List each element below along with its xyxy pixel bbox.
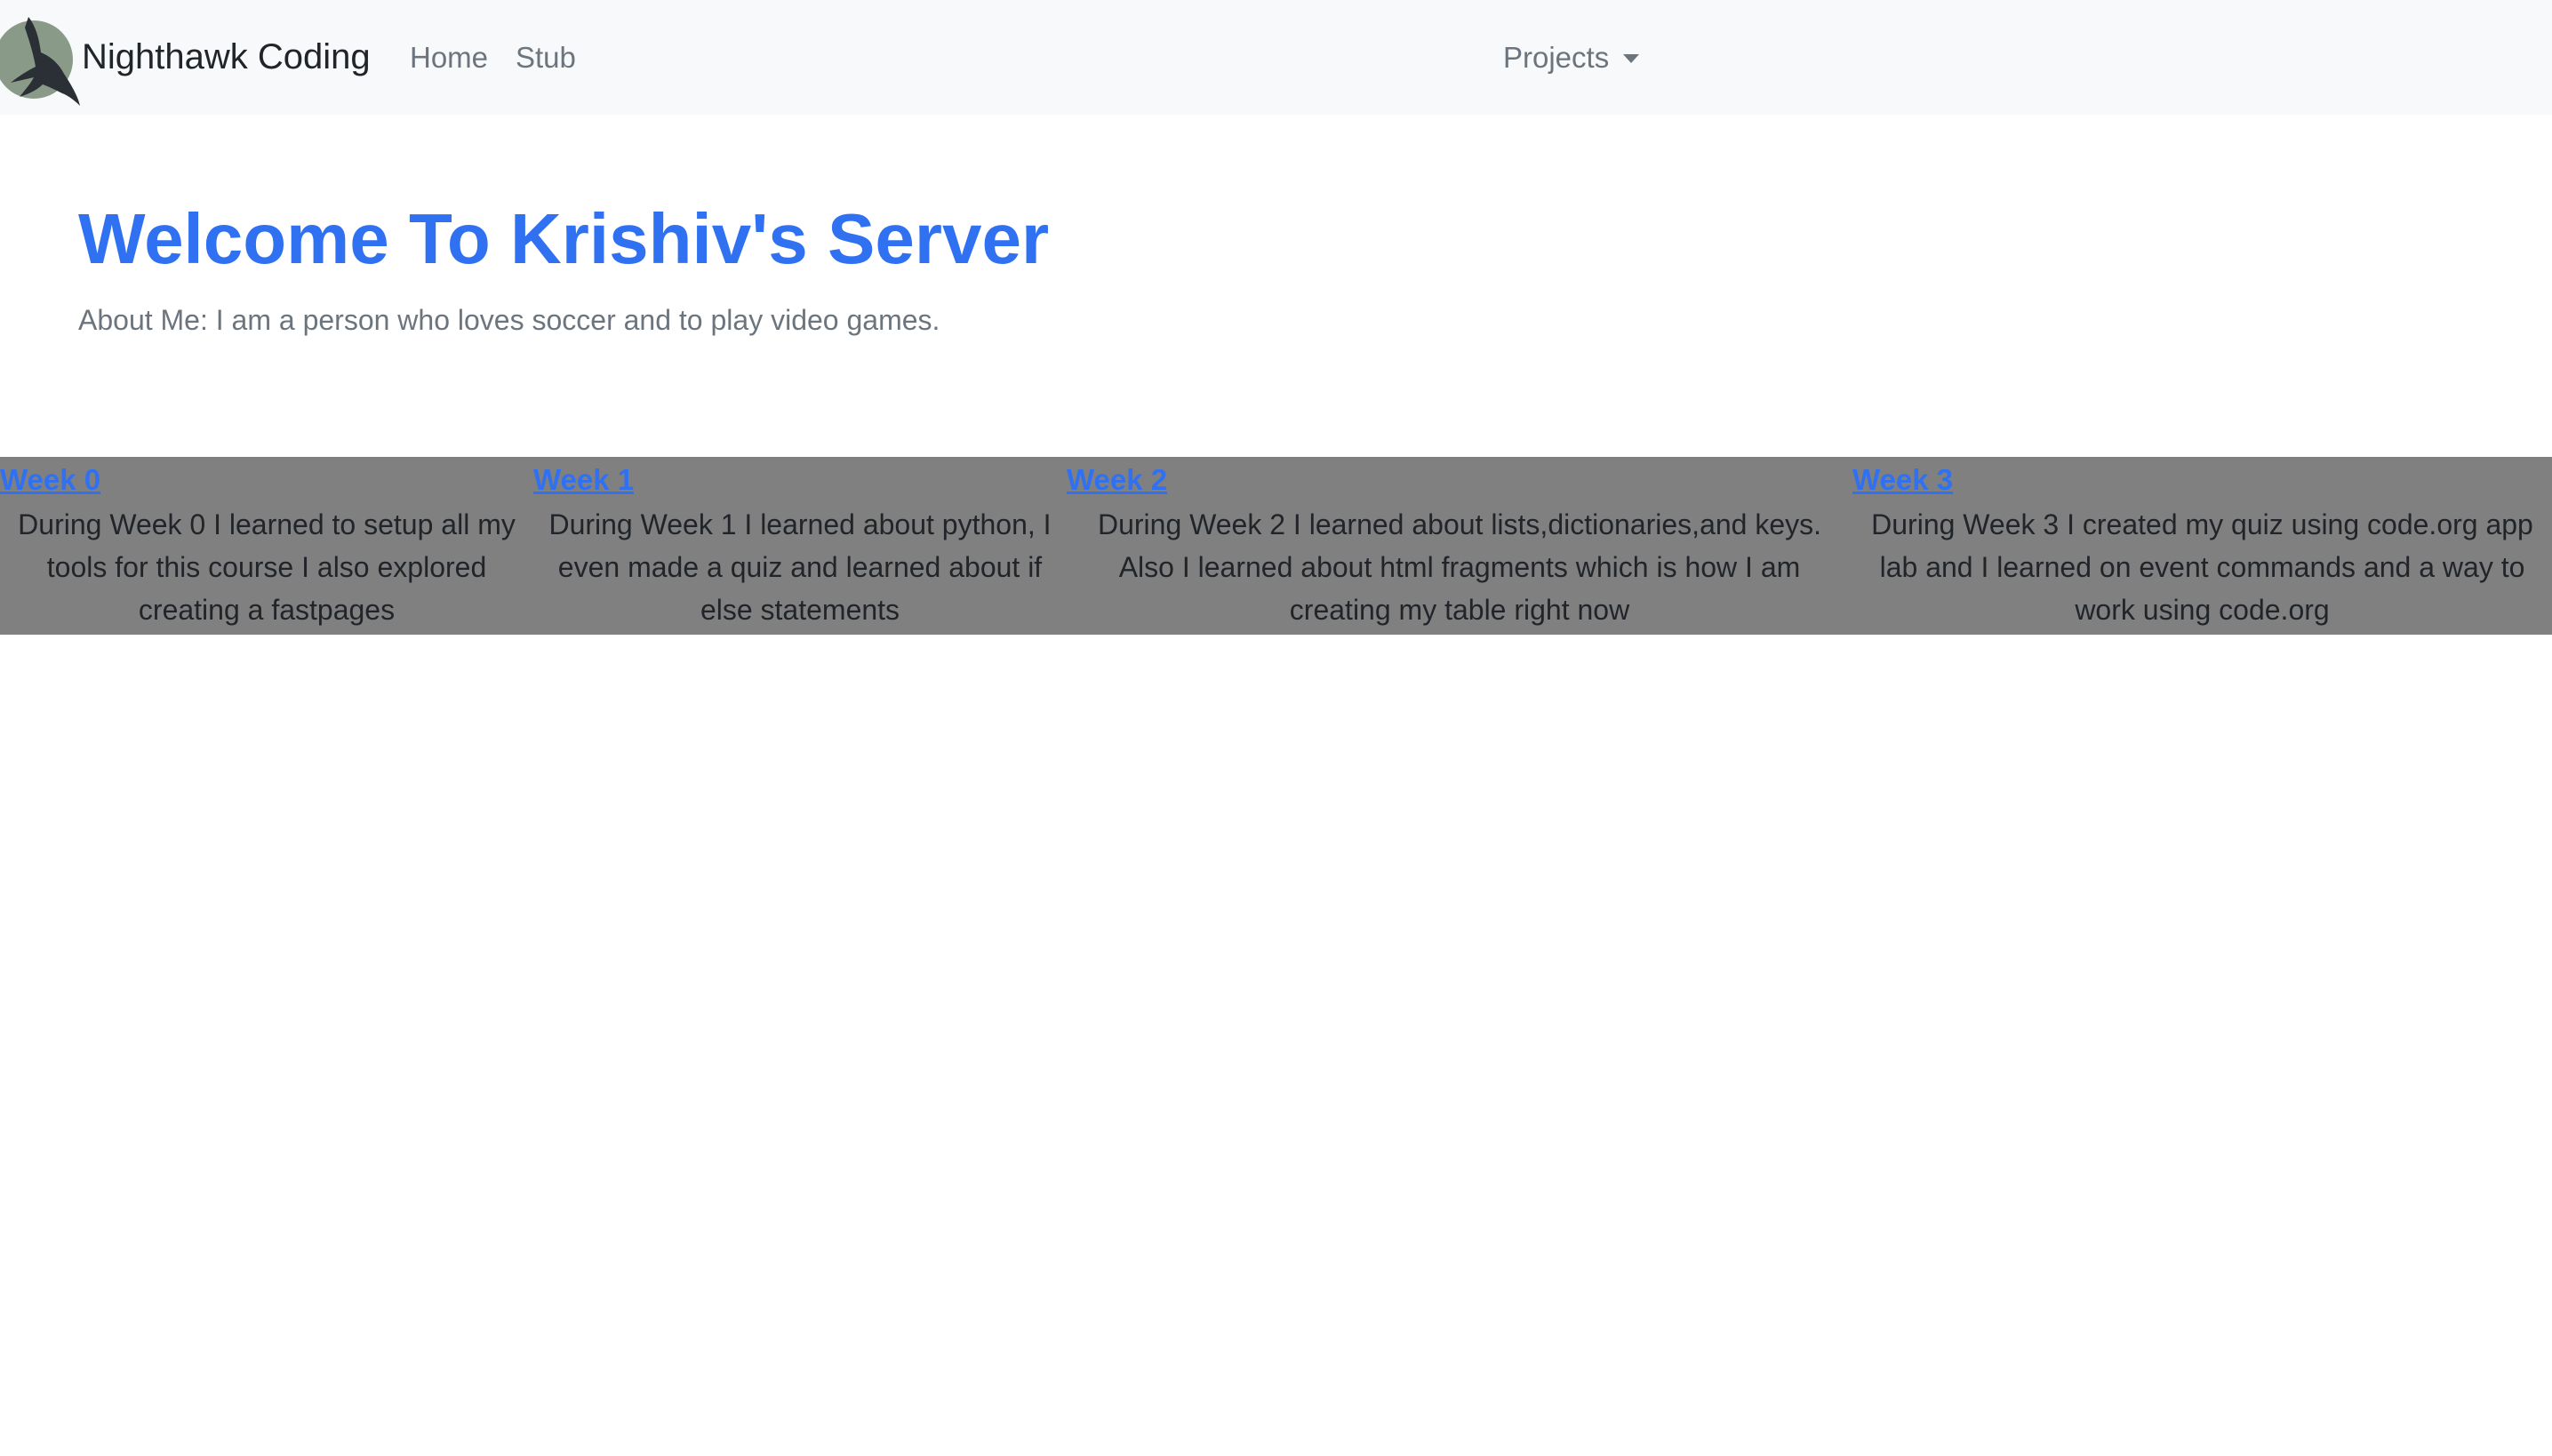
weeks-row: Week 0 During Week 0 I learned to setup … — [0, 457, 2552, 635]
week-3-link[interactable]: Week 3 — [1852, 457, 2552, 503]
week-cell: Week 2 During Week 2 I learned about lis… — [1067, 457, 1852, 635]
brand-title: Nighthawk Coding — [82, 37, 371, 76]
nighthawk-logo-icon — [0, 16, 80, 106]
projects-dropdown[interactable]: Projects — [1503, 0, 1640, 115]
page-title: Welcome To Krishiv's Server — [78, 199, 1050, 278]
week-2-description: During Week 2 I learned about lists,dict… — [1097, 508, 1822, 626]
caret-down-icon — [1623, 53, 1640, 63]
week-3-description: During Week 3 I created my quiz using co… — [1871, 508, 2533, 626]
week-cell: Week 0 During Week 0 I learned to setup … — [0, 457, 533, 635]
week-cell: Week 1 During Week 1 I learned about pyt… — [533, 457, 1067, 635]
week-cell: Week 3 During Week 3 I created my quiz u… — [1852, 457, 2552, 635]
week-0-description: During Week 0 I learned to setup all my … — [18, 508, 516, 626]
nav-link-home[interactable]: Home — [410, 0, 488, 115]
week-2-link[interactable]: Week 2 — [1067, 457, 1852, 503]
nav-link-stub[interactable]: Stub — [516, 0, 576, 115]
week-1-description: During Week 1 I learned about python, I … — [548, 508, 1052, 626]
about-me-text: About Me: I am a person who loves soccer… — [78, 304, 940, 336]
weeks-table: Week 0 During Week 0 I learned to setup … — [0, 457, 2552, 635]
projects-dropdown-label: Projects — [1503, 40, 1610, 74]
brand-link[interactable]: Nighthawk Coding — [0, 0, 371, 115]
navbar: Nighthawk Coding Home Stub Projects — [0, 0, 2552, 115]
week-1-link[interactable]: Week 1 — [533, 457, 1067, 503]
week-0-link[interactable]: Week 0 — [0, 457, 533, 503]
